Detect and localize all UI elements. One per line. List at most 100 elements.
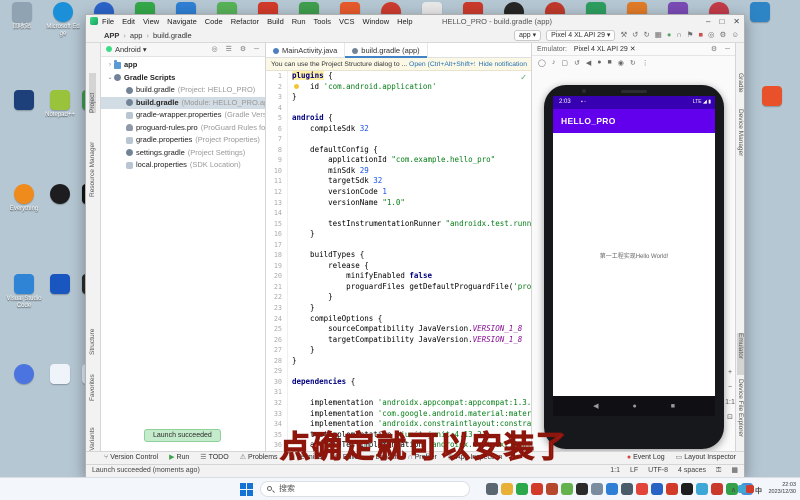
desktop-icon[interactable]	[42, 184, 78, 206]
desktop-icon[interactable]: Notepad++	[42, 90, 78, 119]
menu-item-edit[interactable]: Edit	[122, 17, 135, 26]
search-everywhere-icon[interactable]: ◎	[708, 28, 715, 42]
desktop-icon[interactable]: 回收站	[4, 2, 40, 31]
tool-window-button-layout-inspector[interactable]: ▭Layout Inspector	[676, 452, 736, 464]
menu-item-run[interactable]: Run	[292, 17, 306, 26]
menu-item-build[interactable]: Build	[267, 17, 284, 26]
tree-item[interactable]: ›app	[101, 59, 265, 72]
editor-tab[interactable]: MainActivity.java	[266, 43, 345, 58]
tree-item[interactable]: build.gradle(Project: HELLO_PRO)	[101, 84, 265, 97]
phone-home-button[interactable]: ●	[632, 403, 636, 410]
taskbar-search[interactable]: 搜索	[260, 481, 470, 497]
desktop-icon[interactable]	[6, 364, 42, 386]
project-panel-header[interactable]: Android ▾ ◎ ☰ ⚙ ─	[101, 43, 265, 57]
menu-item-window[interactable]: Window	[362, 17, 389, 26]
editor[interactable]: MainActivity.javabuild.gradle (app) You …	[266, 43, 531, 451]
snapshot-icon[interactable]: ↻	[630, 59, 636, 67]
taskbar-app-icon[interactable]	[591, 483, 603, 495]
tool-stripe-tab-favorites[interactable]: Favorites	[89, 359, 96, 401]
taskbar-app-icon[interactable]	[636, 483, 648, 495]
menu-item-tools[interactable]: Tools	[314, 17, 332, 26]
taskbar-app-icon[interactable]	[711, 483, 723, 495]
rotate-left-icon[interactable]: ↺	[574, 59, 580, 67]
breadcrumb-item[interactable]: app	[130, 31, 143, 40]
menu-item-vcs[interactable]: VCS	[339, 17, 354, 26]
phone-screen[interactable]: 2:03 ▪ ◦ LTE ◢ ▮ HELLO_PRO 第一工程实现Hello W…	[553, 96, 715, 416]
project-panel-icons[interactable]: ◎ ☰ ⚙ ─	[212, 43, 262, 57]
taskbar-app-icon[interactable]	[681, 483, 693, 495]
status-widget[interactable]: LF	[630, 465, 638, 477]
minimize-button[interactable]: –	[706, 15, 710, 28]
run-icon[interactable]: ●	[667, 28, 672, 42]
taskbar-app-icon[interactable]	[576, 483, 588, 495]
desktop-icon[interactable]	[42, 364, 78, 386]
rotate-icon[interactable]: ▢	[561, 59, 568, 67]
tree-item[interactable]: gradle.properties(Project Properties)	[101, 134, 265, 147]
run-config-dropdown[interactable]: app ▾	[514, 30, 541, 41]
code-area[interactable]: 1plugins {2 id 'com.android.application'…	[266, 71, 531, 451]
profile-app-icon[interactable]: ∩	[676, 28, 681, 42]
tree-item[interactable]: build.gradle(Module: HELLO_PRO.app)	[101, 97, 265, 110]
taskbar-app-icon[interactable]	[516, 483, 528, 495]
tool-window-button-version-control[interactable]: ⑂Version Control	[104, 452, 158, 464]
start-button[interactable]	[240, 483, 253, 496]
menu-item-navigate[interactable]: Navigate	[167, 17, 197, 26]
tree-item[interactable]: gradle-wrapper.properties(Gradle Version…	[101, 109, 265, 122]
menu-item-file[interactable]: File	[102, 17, 114, 26]
more-icon[interactable]: ⋮	[642, 59, 649, 67]
attach-debugger-icon[interactable]: ↻	[643, 28, 649, 42]
taskbar-app-icon[interactable]	[666, 483, 678, 495]
status-widget[interactable]: 4 spaces	[678, 465, 706, 477]
desktop-icon[interactable]	[6, 90, 42, 112]
tray-app-icon[interactable]	[746, 485, 754, 493]
hide-notification-link[interactable]: Hide notification	[475, 58, 527, 71]
tree-item[interactable]: settings.gradle(Project Settings)	[101, 147, 265, 160]
avatar-icon[interactable]: ☺	[731, 28, 739, 42]
taskbar-app-icon[interactable]	[606, 483, 618, 495]
project-view-mode[interactable]: Android ▾	[115, 45, 147, 54]
tool-stripe-tab-emulator[interactable]: Emulator	[737, 333, 744, 375]
desktop-icon[interactable]: Everything	[6, 184, 42, 213]
taskbar-app-icon[interactable]	[531, 483, 543, 495]
tray-app-icon[interactable]	[738, 485, 746, 493]
taskbar-app-icon[interactable]	[651, 483, 663, 495]
settings-gear-icon[interactable]: ⚙	[720, 28, 727, 42]
status-widget[interactable]: ⚿	[716, 465, 721, 477]
apply-changes-icon[interactable]: ⚑	[687, 28, 694, 42]
overview-icon[interactable]: ■	[607, 59, 611, 66]
tool-stripe-tab-project[interactable]: Project	[89, 73, 96, 113]
desktop-icon[interactable]	[42, 274, 78, 296]
stop-icon[interactable]: ■	[699, 28, 704, 42]
camera-icon[interactable]: ◉	[618, 59, 624, 67]
desktop-icon-right[interactable]	[754, 86, 790, 108]
desktop-icon[interactable]: Visual Studio Code	[6, 274, 42, 310]
status-widget[interactable]: UTF-8	[648, 465, 668, 477]
menu-item-help[interactable]: Help	[397, 17, 412, 26]
menu-item-view[interactable]: View	[143, 17, 159, 26]
profiler-grid-icon[interactable]: ▦	[655, 28, 662, 42]
desktop-icon[interactable]	[742, 2, 778, 24]
phone-overview-button[interactable]: ■	[671, 403, 675, 410]
tree-item[interactable]: local.properties(SDK Location)	[101, 159, 265, 172]
status-widget[interactable]: ▦	[731, 465, 738, 477]
build-hammer-icon[interactable]: ⚒	[620, 28, 627, 42]
volume-icon[interactable]: ♪	[552, 59, 556, 66]
taskbar-app-icon[interactable]	[696, 483, 708, 495]
taskbar-app-icon[interactable]	[546, 483, 558, 495]
tray-chevron-icon[interactable]: ∧	[731, 486, 736, 494]
taskbar-app-icon[interactable]	[561, 483, 573, 495]
status-widget[interactable]: 1:1	[610, 465, 620, 477]
tool-stripe-tab-resource-manager[interactable]: Resource Manager	[89, 119, 96, 197]
emulator-header-icons[interactable]: ⚙ ─	[711, 43, 733, 56]
taskbar-clock[interactable]: 22:03 2023/12/30	[760, 482, 796, 496]
back-icon[interactable]: ◀	[586, 59, 591, 67]
device-dropdown[interactable]: Pixel 4 XL API 29 ▾	[546, 30, 615, 41]
taskbar-app-icon[interactable]	[621, 483, 633, 495]
sync-project-icon[interactable]: ↺	[632, 28, 638, 42]
tool-window-button-run[interactable]: ▶Run	[169, 452, 189, 464]
phone-back-button[interactable]: ◀	[593, 402, 598, 410]
tool-stripe-tab-structure[interactable]: Structure	[89, 311, 96, 355]
breadcrumb-item[interactable]: build.gradle	[153, 31, 192, 40]
close-button[interactable]: ✕	[733, 15, 740, 28]
power-icon[interactable]: ◯	[538, 59, 546, 67]
